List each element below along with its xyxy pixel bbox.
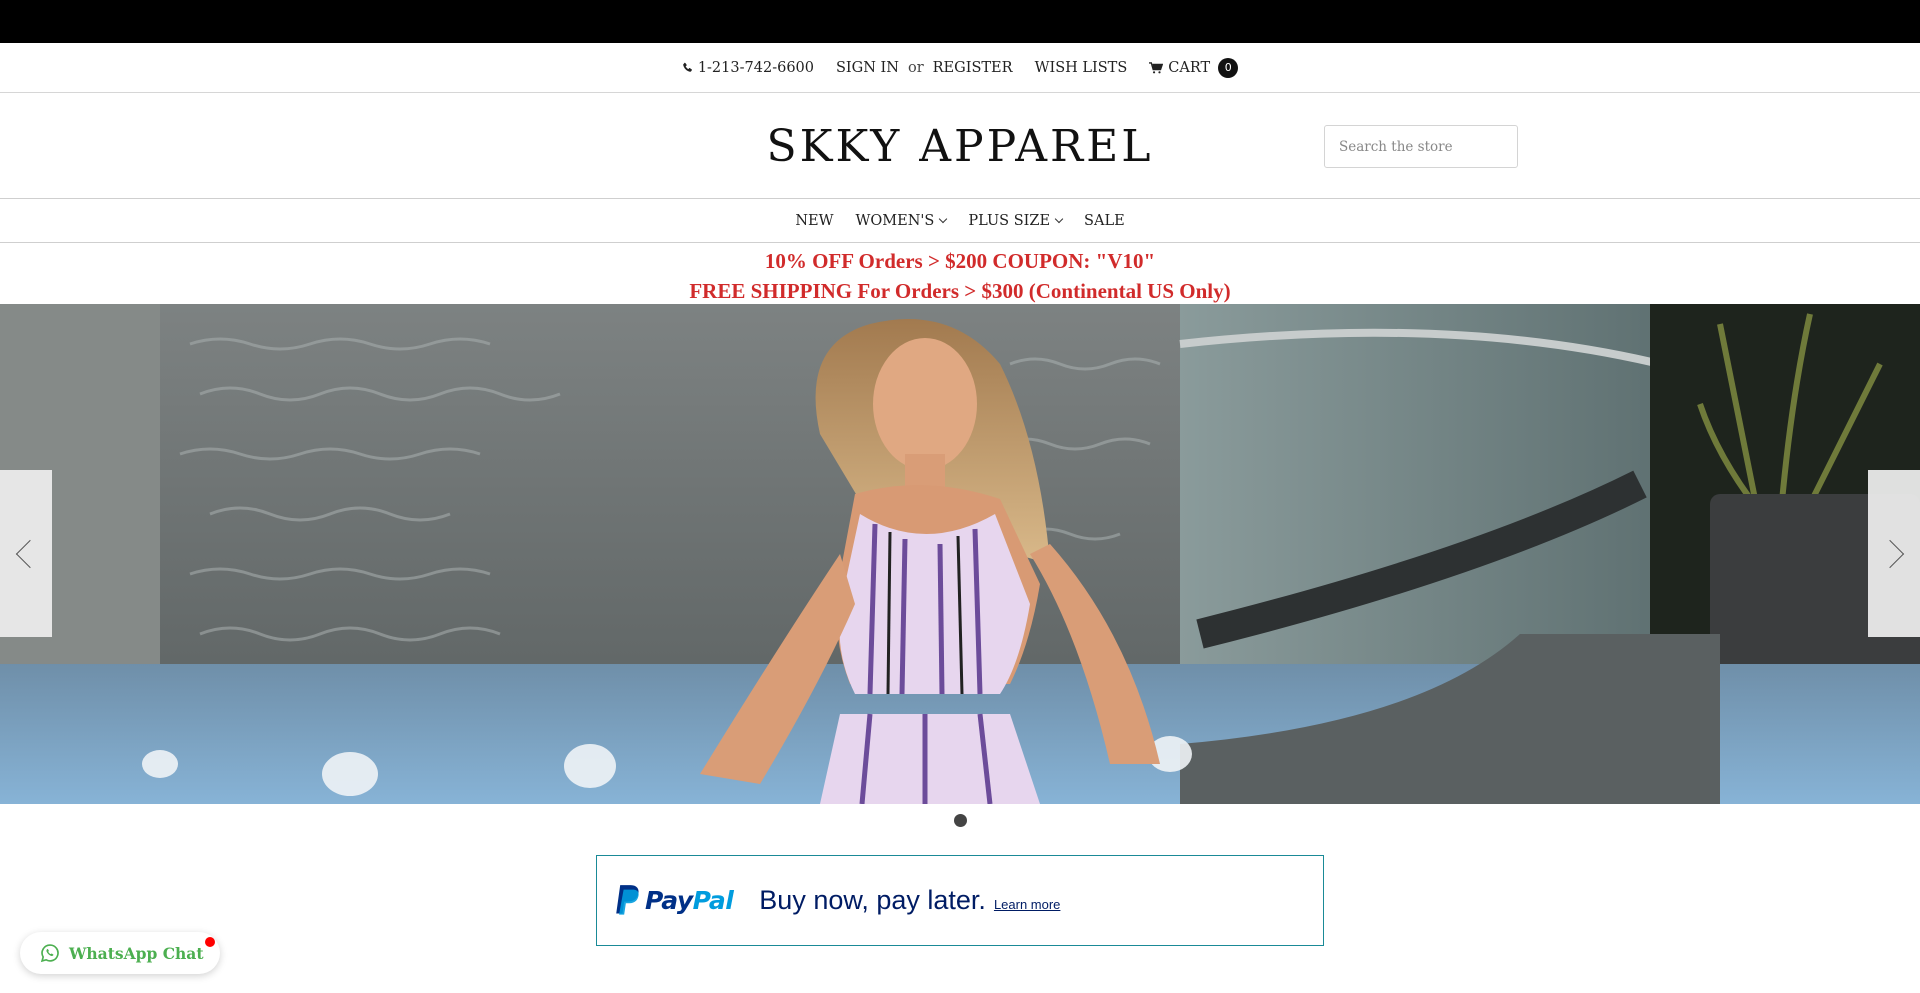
chevron-right-icon <box>1875 539 1905 568</box>
chevron-down-icon <box>939 214 948 224</box>
whatsapp-chat-label: WhatsApp Chat <box>69 943 204 963</box>
nav-item-label: WOMEN'S <box>855 213 935 229</box>
register-link[interactable]: REGISTER <box>933 60 1013 76</box>
carousel-next-button[interactable] <box>1868 470 1920 637</box>
site-header: SKKY APPAREL <box>0 93 1920 199</box>
top-black-bar <box>0 0 1920 43</box>
site-logo-wrap: SKKY APPAREL <box>0 121 1920 172</box>
paypal-logo-icon <box>616 884 639 915</box>
promo-banner: 10% OFF Orders > $200 COUPON: "V10" FREE… <box>0 246 1920 306</box>
search-input[interactable] <box>1324 125 1518 168</box>
wish-lists-label: WISH LISTS <box>1034 59 1128 76</box>
promo-line-coupon: 10% OFF Orders > $200 COUPON: "V10" <box>764 249 1156 273</box>
nav-item-plus-size[interactable]: PLUS SIZE <box>968 213 1064 229</box>
chevron-left-icon <box>15 539 45 568</box>
carousel-prev-button[interactable] <box>0 470 52 637</box>
phone-link[interactable]: 1-213-742-6600 <box>682 60 814 76</box>
cart-count-badge: 0 <box>1218 57 1239 78</box>
paypal-wordmark-pay: Pay <box>645 886 693 915</box>
hero-slide-image[interactable] <box>0 304 1920 804</box>
paypal-message-banner: PayPal Buy now, pay later. Learn more <box>596 855 1324 946</box>
cart-link[interactable]: CART 0 <box>1149 57 1239 78</box>
nav-item-label: PLUS SIZE <box>968 213 1051 229</box>
paypal-learn-more-link[interactable]: Learn more <box>994 897 1060 912</box>
promo-line-shipping: FREE SHIPPING For Orders > $300 (Contine… <box>689 279 1231 303</box>
hero-carousel <box>0 304 1920 804</box>
nav-item-sale[interactable]: SALE <box>1084 213 1125 229</box>
nav-item-label: SALE <box>1084 213 1125 229</box>
phone-number: 1-213-742-6600 <box>697 59 814 76</box>
nav-item-womens[interactable]: WOMEN'S <box>855 213 948 229</box>
cart-icon <box>1149 61 1164 73</box>
carousel-dot-1[interactable] <box>954 814 967 827</box>
paypal-wordmark-pal: Pal <box>692 886 734 915</box>
whatsapp-chat-button[interactable]: WhatsApp Chat <box>20 932 220 974</box>
paypal-wordmark: PayPal <box>645 886 734 915</box>
cart-label: CART <box>1168 59 1211 76</box>
whatsapp-icon <box>40 944 59 963</box>
paypal-message: Buy now, pay later. <box>759 885 986 915</box>
nav-item-label: NEW <box>795 213 834 229</box>
account-links: SIGN IN or REGISTER <box>836 60 1013 76</box>
sign-in-link[interactable]: SIGN IN <box>836 60 899 76</box>
site-logo[interactable]: SKKY APPAREL <box>767 121 1154 172</box>
utility-bar: 1-213-742-6600 SIGN IN or REGISTER WISH … <box>0 43 1920 93</box>
phone-icon <box>683 62 692 72</box>
notification-dot <box>205 937 215 947</box>
chevron-down-icon <box>1054 214 1064 224</box>
wish-lists-link[interactable]: WISH LISTS <box>1035 60 1128 76</box>
nav-item-new[interactable]: NEW <box>795 213 833 229</box>
or-text: or <box>907 59 924 76</box>
main-nav: NEW WOMEN'S PLUS SIZE SALE <box>0 200 1920 243</box>
